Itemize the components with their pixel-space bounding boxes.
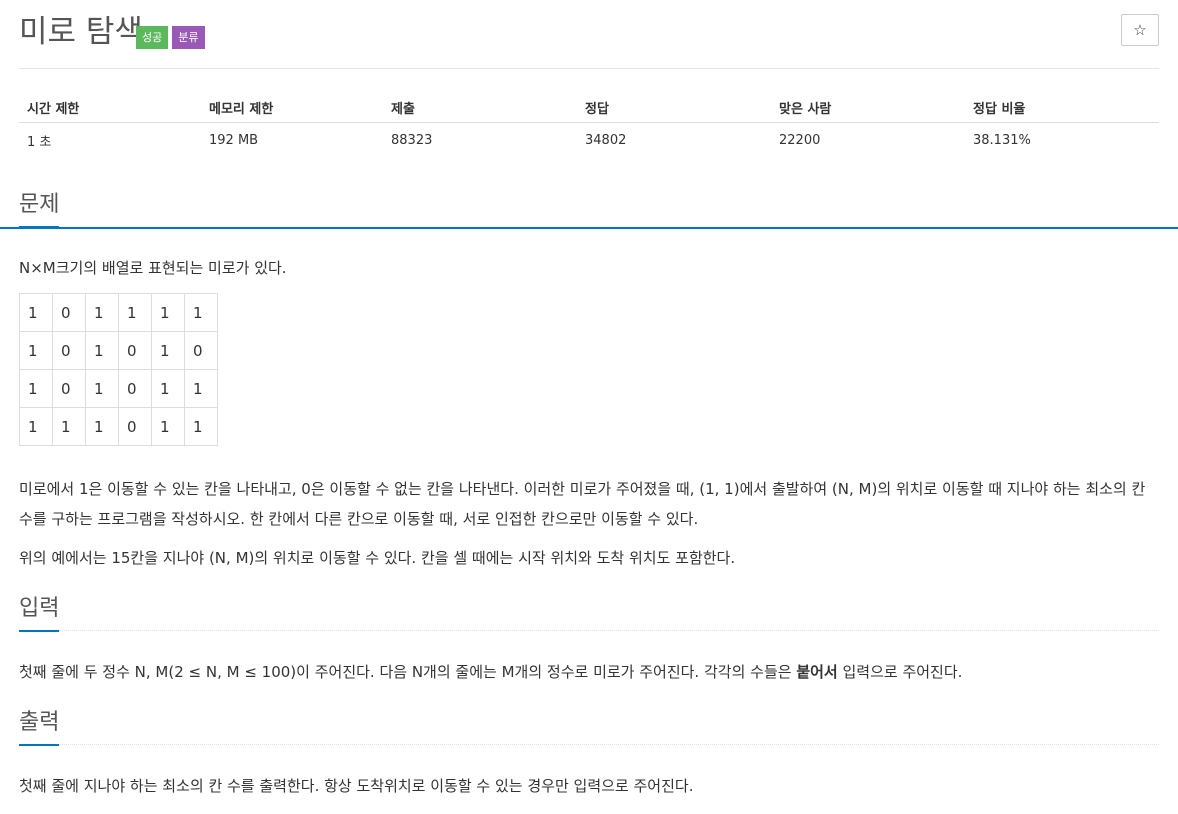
problem-badges: 성공 분류 <box>136 26 205 49</box>
maze-row: 101010 <box>19 331 218 370</box>
time-limit-header: 시간 제한 <box>19 92 201 123</box>
input-text-before: 첫째 줄에 두 정수 N, M(2 ≤ N, M ≤ 100)이 주어진다. 다… <box>19 663 797 681</box>
maze-cell: 1 <box>151 407 185 446</box>
input-description: 첫째 줄에 두 정수 N, M(2 ≤ N, M ≤ 100)이 주어진다. 다… <box>19 657 1148 687</box>
success-badge[interactable]: 성공 <box>136 26 169 49</box>
solved-users-header: 맞은 사람 <box>771 92 965 123</box>
maze-cell: 1 <box>85 331 119 370</box>
problem-info-table: 시간 제한 메모리 제한 제출 정답 맞은 사람 정답 비율 1 초 192 M… <box>19 92 1159 159</box>
maze-cell: 0 <box>52 369 86 408</box>
maze-cell: 1 <box>19 407 53 446</box>
maze-cell: 1 <box>184 369 218 408</box>
memory-limit-header: 메모리 제한 <box>201 92 383 123</box>
info-header-row: 시간 제한 메모리 제한 제출 정답 맞은 사람 정답 비율 <box>19 92 1159 123</box>
info-value-row: 1 초 192 MB 88323 34802 22200 38.131% <box>19 122 1159 159</box>
maze-cell: 1 <box>85 369 119 408</box>
category-badge[interactable]: 분류 <box>172 26 205 49</box>
maze-cell: 1 <box>85 407 119 446</box>
heading-dotted-rule <box>59 744 1159 745</box>
accepted-value[interactable]: 34802 <box>577 122 771 159</box>
submissions-header: 제출 <box>383 92 577 123</box>
submissions-value[interactable]: 88323 <box>383 122 577 159</box>
maze-cell: 0 <box>184 331 218 370</box>
problem-description: 미로에서 1은 이동할 수 있는 칸을 나타내고, 0은 이동할 수 없는 칸을… <box>19 480 1146 528</box>
input-heading: 입력 <box>19 596 60 621</box>
maze-cell: 1 <box>151 369 185 408</box>
maze-cell: 1 <box>151 331 185 370</box>
maze-cell: 0 <box>118 407 152 446</box>
time-limit-value: 1 초 <box>19 122 201 159</box>
maze-cell: 1 <box>52 407 86 446</box>
output-description: 첫째 줄에 지나야 하는 최소의 칸 수를 출력한다. 항상 도착위치로 이동할… <box>19 777 694 795</box>
problem-example-note: 위의 예에서는 15칸을 지나야 (N, M)의 위치로 이동할 수 있다. 칸… <box>19 549 736 567</box>
problem-title: 미로 탐색 <box>19 14 143 50</box>
accept-rate-header: 정답 비율 <box>965 92 1159 123</box>
star-icon: ☆ <box>1133 21 1147 39</box>
output-heading: 출력 <box>19 710 60 735</box>
maze-cell: 1 <box>118 293 152 332</box>
maze-cell: 1 <box>151 293 185 332</box>
maze-cell: 1 <box>184 293 218 332</box>
problem-intro: N×M크기의 배열로 표현되는 미로가 있다. <box>19 259 287 277</box>
problem-heading: 문제 <box>19 192 60 217</box>
maze-row: 101011 <box>19 369 218 408</box>
favorite-button[interactable]: ☆ <box>1121 14 1159 46</box>
accepted-header: 정답 <box>577 92 771 123</box>
maze-row: 101111 <box>19 293 218 332</box>
maze-row: 111011 <box>19 407 218 446</box>
input-text-bold: 붙어서 <box>796 663 838 681</box>
heading-dotted-rule <box>59 630 1159 631</box>
memory-limit-value: 192 MB <box>201 122 383 159</box>
maze-cell: 1 <box>19 293 53 332</box>
heading-underline <box>19 744 59 746</box>
maze-cell: 0 <box>118 369 152 408</box>
maze-cell: 1 <box>19 331 53 370</box>
section-divider <box>0 227 1178 229</box>
solved-users-value[interactable]: 22200 <box>771 122 965 159</box>
maze-cell: 1 <box>19 369 53 408</box>
maze-cell: 0 <box>52 293 86 332</box>
maze-cell: 1 <box>85 293 119 332</box>
accept-rate-value: 38.131% <box>965 122 1159 159</box>
problem-header: 미로 탐색 성공 분류 ☆ <box>19 10 1159 69</box>
maze-cell: 0 <box>118 331 152 370</box>
maze-example-table: 101111101010101011111011 <box>19 293 218 446</box>
input-text-after: 입력으로 주어진다. <box>837 663 963 681</box>
maze-cell: 1 <box>184 407 218 446</box>
maze-cell: 0 <box>52 331 86 370</box>
heading-underline <box>19 630 59 632</box>
